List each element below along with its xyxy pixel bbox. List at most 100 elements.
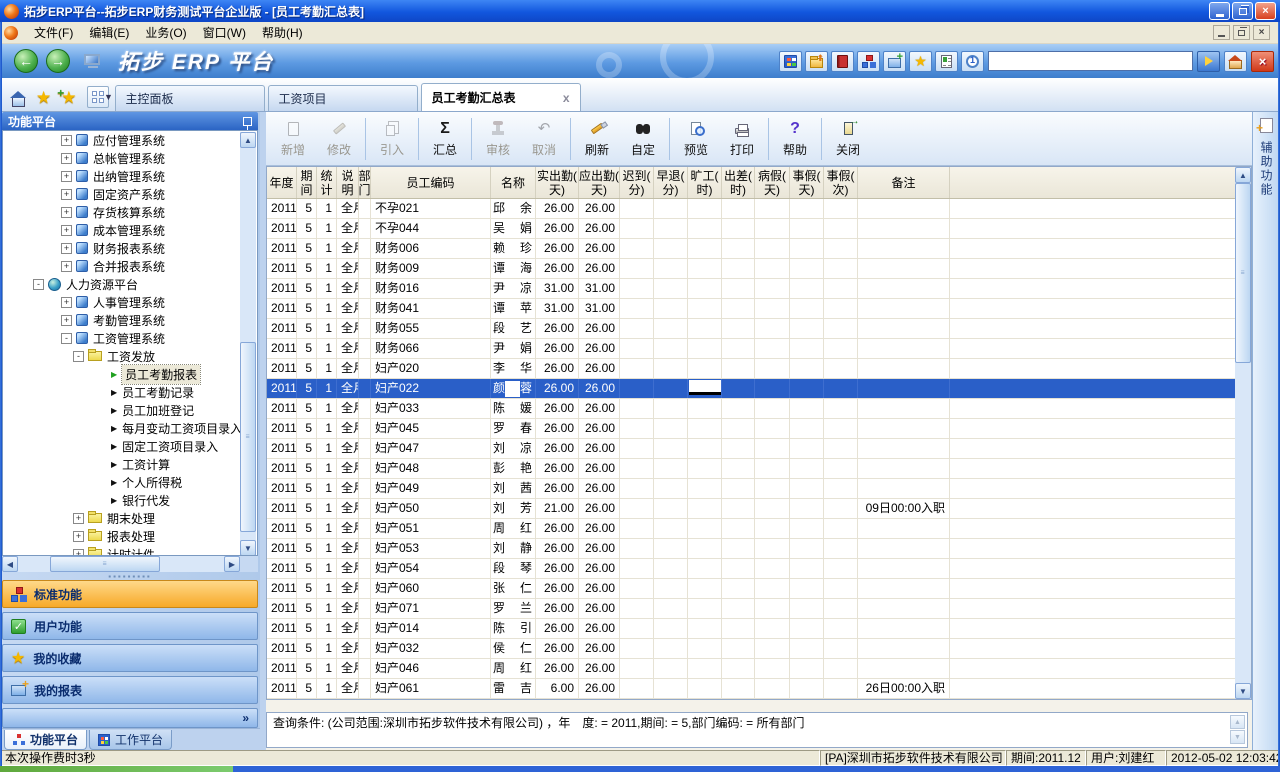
table-row[interactable]: 201151全月不孕021邱余26.0026.00 (267, 199, 1235, 219)
inline-edit-cell[interactable] (689, 380, 722, 395)
table-row[interactable]: 201151全月妇产051周红26.0026.00 (267, 519, 1235, 539)
expand-toggle-icon[interactable]: + (61, 225, 72, 236)
expand-toggle-icon[interactable]: + (61, 207, 72, 218)
table-row[interactable]: 201151全月妇产048彭艳26.0026.00 (267, 459, 1235, 479)
table-row[interactable]: 201151全月财务009谭海26.0026.00 (267, 259, 1235, 279)
sidebar-splitter-handle[interactable]: ▪▪▪▪▪▪▪▪▪ (2, 573, 258, 580)
table-row[interactable]: 201151全月妇产020李华26.0026.00 (267, 359, 1235, 379)
tree-scroll-down-button[interactable]: ▼ (240, 540, 256, 556)
column-header-expected[interactable]: 应出勤(天) (579, 167, 620, 198)
expand-toggle-icon[interactable]: + (61, 135, 72, 146)
tree-item-存货核算系统[interactable]: +存货核算系统 (3, 203, 258, 221)
tree-item-个人所得税[interactable]: ▶个人所得税 (3, 473, 258, 491)
column-header-sick[interactable]: 病假(天) (755, 167, 790, 198)
table-scroll-thumb[interactable]: ≡ (1235, 183, 1251, 363)
table-row[interactable]: 201151全月妇产033陈媛26.0026.00 (267, 399, 1235, 419)
table-vertical-scrollbar[interactable]: ▲ ≡ ▼ (1235, 167, 1251, 699)
tree-item-出纳管理系统[interactable]: +出纳管理系统 (3, 167, 258, 185)
table-row[interactable]: 201151全月财务055段艺26.0026.00 (267, 319, 1235, 339)
tree-item-工资管理系统[interactable]: -工资管理系统 (3, 329, 258, 347)
expand-toggle-icon[interactable]: + (61, 315, 72, 326)
expand-toggle-icon[interactable]: - (61, 333, 72, 344)
tab-1[interactable]: 主控面板 (115, 85, 265, 111)
expand-toggle-icon[interactable]: - (33, 279, 44, 290)
table-scroll-down-button[interactable]: ▼ (1235, 683, 1251, 699)
dashboard-button[interactable] (779, 51, 802, 72)
org-chart-button[interactable] (857, 51, 880, 72)
table-row[interactable]: 201151全月妇产071罗兰26.0026.00 (267, 599, 1235, 619)
table-row[interactable]: 201151全月妇产022颜蓉26.0026.00 (267, 379, 1235, 399)
column-header-leave_t[interactable]: 事假(次) (824, 167, 858, 198)
table-row[interactable]: 201151全月财务016尹凉31.0031.00 (267, 279, 1235, 299)
tree-vertical-scrollbar[interactable]: ▲ ≡ ▼ (240, 132, 256, 556)
column-header-remark[interactable]: 备注 (858, 167, 950, 198)
go-button[interactable] (1197, 51, 1220, 72)
toolbar-button-打印[interactable]: 打印 (719, 116, 765, 162)
tree-item-人事管理系统[interactable]: +人事管理系统 (3, 293, 258, 311)
tree-scroll-right-button[interactable]: ▶ (224, 556, 240, 572)
toolbar-button-帮助[interactable]: ?帮助 (772, 116, 818, 162)
panel-用户功能[interactable]: ✓用户功能 (2, 612, 258, 640)
toolbar-button-关闭[interactable]: 关闭 (825, 116, 871, 162)
toolbar-button-预览[interactable]: 预览 (673, 116, 719, 162)
sidebar-tab-功能平台[interactable]: 功能平台 (4, 730, 87, 750)
panel-标准功能[interactable]: 标准功能 (2, 580, 258, 608)
column-header-period[interactable]: 期间 (297, 167, 317, 198)
tree-scroll-up-button[interactable]: ▲ (240, 132, 256, 148)
tree-item-工资计算[interactable]: ▶工资计算 (3, 455, 258, 473)
expand-toggle-icon[interactable]: + (73, 531, 84, 542)
tree-item-计时计件[interactable]: +计时计件 (3, 545, 258, 556)
table-row[interactable]: 201151全月妇产054段琴26.0026.00 (267, 559, 1235, 579)
tree-item-员工加班登记[interactable]: ▶员工加班登记 (3, 401, 258, 419)
table-row[interactable]: 201151全月妇产053刘静26.0026.00 (267, 539, 1235, 559)
table-row[interactable]: 201151全月妇产049刘茜26.0026.00 (267, 479, 1235, 499)
tree-item-银行代发[interactable]: ▶银行代发 (3, 491, 258, 509)
tab-2[interactable]: 工资项目 (268, 85, 418, 111)
tree-item-人力资源平台[interactable]: -人力资源平台 (3, 275, 258, 293)
toolbar-button-汇总[interactable]: Σ汇总 (422, 116, 468, 162)
table-row[interactable]: 201151全月财务006赖珍26.0026.00 (267, 239, 1235, 259)
tree-item-财务报表系统[interactable]: +财务报表系统 (3, 239, 258, 257)
table-row[interactable]: 201151全月财务041谭苹31.0031.00 (267, 299, 1235, 319)
table-row[interactable]: 201151全月妇产046周红26.0026.00 (267, 659, 1235, 679)
column-header-late[interactable]: 迟到(分) (620, 167, 654, 198)
column-header-dept[interactable]: 部门 (359, 167, 371, 198)
restore-button[interactable] (1232, 2, 1253, 20)
expand-toggle-icon[interactable]: + (61, 153, 72, 164)
tree-hscroll-thumb[interactable]: ≡ (50, 556, 160, 572)
menu-item-帮[interactable]: 帮助(H) (254, 22, 311, 43)
expand-toggle-icon[interactable]: + (73, 513, 84, 524)
tree-item-考勤管理系统[interactable]: +考勤管理系统 (3, 311, 258, 329)
query-scroll-down-button[interactable]: ▼ (1230, 730, 1245, 744)
tree-item-应付管理系统[interactable]: +应付管理系统 (3, 131, 258, 149)
tree-item-合并报表系统[interactable]: +合并报表系统 (3, 257, 258, 275)
mdi-restore-button[interactable] (1233, 25, 1250, 40)
mdi-minimize-button[interactable] (1213, 25, 1230, 40)
favorites-star-icon[interactable]: ★ (36, 90, 51, 105)
menu-item-窗[interactable]: 窗口(W) (195, 22, 254, 43)
column-header-early[interactable]: 早退(分) (654, 167, 688, 198)
table-row[interactable]: 201151全月妇产047刘凉26.0026.00 (267, 439, 1235, 459)
column-header-absent[interactable]: 旷工(时) (688, 167, 722, 198)
table-row[interactable]: 201151全月妇产045罗春26.0026.00 (267, 419, 1235, 439)
address-book-button[interactable] (831, 51, 854, 72)
column-header-name[interactable]: 名称 (491, 167, 536, 198)
panel-我的收藏[interactable]: ★我的收藏 (2, 644, 258, 672)
table-row[interactable]: 201151全月妇产061雷吉6.0026.0026日00:00入职 (267, 679, 1235, 699)
home-nav-button[interactable] (1224, 51, 1247, 72)
expand-toggle-icon[interactable]: + (61, 261, 72, 272)
tree-scroll-thumb[interactable]: ≡ (240, 342, 256, 532)
column-header-leave_d[interactable]: 事假(天) (790, 167, 824, 198)
toolbar-button-自定[interactable]: 自定 (620, 116, 666, 162)
tree-item-员工考勤报表[interactable]: ▶员工考勤报表 (3, 365, 258, 383)
folder-add-button[interactable] (883, 51, 906, 72)
clock-bubble-button[interactable] (961, 51, 984, 72)
folder-export-button[interactable] (805, 51, 828, 72)
tree-item-员工考勤记录[interactable]: ▶员工考勤记录 (3, 383, 258, 401)
tree-horizontal-scrollbar[interactable]: ◀ ≡ ▶ (2, 556, 240, 572)
quick-search-input[interactable] (988, 51, 1193, 71)
layout-dropdown-caret[interactable]: ▼ (103, 86, 115, 108)
forward-button[interactable]: → (46, 49, 70, 73)
tree-item-工资发放[interactable]: -工资发放 (3, 347, 258, 365)
table-row[interactable]: 201151全月妇产014陈引26.0026.00 (267, 619, 1235, 639)
